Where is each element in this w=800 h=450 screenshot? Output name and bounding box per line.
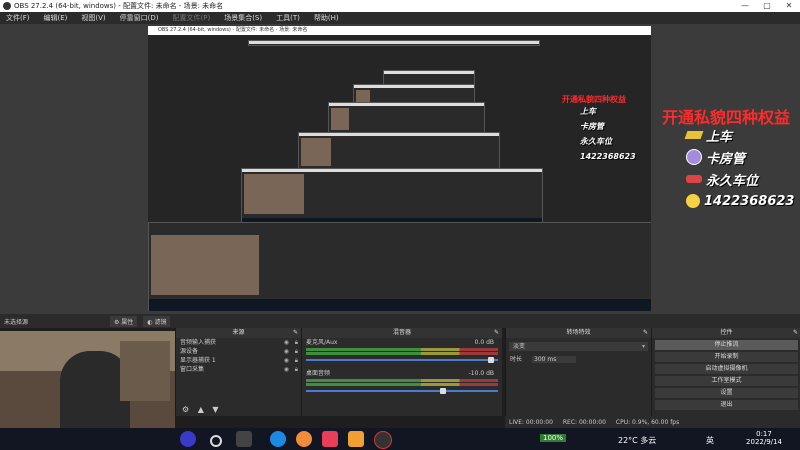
move-down-icon[interactable]: ▼: [212, 405, 218, 414]
mixer-channel-label: 麦克风/Aux 0.0 dB: [306, 339, 494, 346]
sources-header: 来源 ✎: [176, 328, 301, 338]
dock-menu-icon: ✎: [493, 329, 499, 336]
sources-toolbar: ⚙ ▲ ▼: [178, 405, 219, 414]
close-button[interactable]: ✕: [778, 0, 800, 12]
studio-mode-button[interactable]: 工作室模式: [655, 376, 798, 386]
overlay-item: 1422368623: [686, 190, 794, 212]
volume-meter: [306, 352, 498, 355]
volume-meter: [306, 379, 498, 382]
start-virtual-camera-button[interactable]: 启动虚拟摄像机: [655, 364, 798, 374]
menu-bar: 文件(F) 编辑(E) 视图(V) 停靠窗口(D) 配置文件(P) 场景集合(S…: [0, 12, 800, 24]
menu-tools[interactable]: 工具(T): [276, 13, 300, 23]
maximize-button[interactable]: ▢: [756, 0, 778, 12]
menu-docks[interactable]: 停靠窗口(D): [120, 13, 159, 23]
duration-row: 时长 300 ms: [506, 355, 651, 364]
controls-header: 控件 ✎: [652, 328, 800, 338]
start-recording-button[interactable]: 开始录制: [655, 352, 798, 362]
eye-icon: ◉: [283, 348, 289, 355]
sources-dock: 来源 ✎ 音频输入捕获 ◉ 🔒︎ 源设备 ◉ 🔒︎ 显示器捕获 1 ◉ 🔒︎ 窗口采集 ◉ 🔒︎ …: [175, 328, 301, 416]
source-item[interactable]: 源设备 ◉ 🔒︎: [176, 347, 301, 356]
car-icon: [686, 175, 702, 183]
duration-input[interactable]: 300 ms: [532, 356, 577, 363]
slider-knob[interactable]: [440, 388, 447, 394]
status-bar: LIVE: 00:00:00 REC: 00:00:00 CPU: 0.9%, …: [505, 416, 800, 428]
dock-menu-icon: ✎: [292, 329, 298, 336]
qq-icon: [686, 194, 700, 208]
menu-view[interactable]: 视图(V): [81, 13, 105, 23]
obs-logo-icon: [3, 2, 11, 10]
battery-indicator: 100%: [540, 434, 567, 442]
window-title: OBS 27.2.4 (64-bit, windows) - 配置文件: 未命名…: [14, 2, 224, 10]
stop-streaming-button[interactable]: 停止推流: [655, 340, 798, 350]
filters-button[interactable]: ◐ 滤镜: [143, 315, 171, 327]
no-source-selected-label: 未选择源: [4, 318, 29, 326]
nested-screen: [248, 40, 540, 46]
edge-icon[interactable]: [270, 431, 286, 447]
lock-icon: 🔒︎: [294, 366, 298, 373]
cpu-status: CPU: 0.9%, 60.00 fps: [615, 418, 680, 426]
settings-button[interactable]: 设置: [655, 388, 798, 398]
eye-icon: ◉: [283, 366, 289, 373]
properties-button[interactable]: ⚙ 属性: [110, 315, 138, 327]
overlay-item: 上车: [684, 124, 794, 146]
nested-screen: [148, 222, 651, 311]
menu-file[interactable]: 文件(F): [6, 13, 30, 23]
menu-scene-collection[interactable]: 场景集合(S): [224, 13, 262, 23]
mixer-dock: 混音器 ✎ 麦克风/Aux 0.0 dB 桌面音频 -10.0 dB: [301, 328, 502, 416]
controls-dock: 控件 ✎ 停止推流 开始录制 启动虚拟摄像机 工作室模式 设置 退出: [651, 328, 800, 416]
overlay-list-small: 上车 卡房管 永久车位 1422368623: [580, 107, 636, 161]
lock-icon: 🔒︎: [294, 339, 298, 346]
exit-button[interactable]: 退出: [655, 400, 798, 410]
nested-preview: OBS 27.2.4 (64-bit, windows) - 配置文件: 未命名…: [148, 26, 651, 311]
menu-edit[interactable]: 编辑(E): [44, 13, 68, 23]
nested-screen: [241, 168, 543, 224]
app-icon[interactable]: [322, 431, 338, 447]
settings-icon[interactable]: ⚙: [182, 405, 189, 414]
source-item[interactable]: 显示器捕获 1 ◉ 🔒︎: [176, 356, 301, 365]
volume-meter: [306, 348, 498, 351]
lock-icon: 🔒︎: [294, 357, 298, 364]
task-view-icon[interactable]: [236, 431, 252, 447]
app-icon[interactable]: [348, 431, 364, 447]
overlay-item: 永久车位: [686, 168, 794, 190]
clock[interactable]: 0:17 2022/9/14: [744, 430, 784, 446]
chevron-down-icon: ▾: [641, 343, 645, 350]
move-up-icon[interactable]: ▲: [198, 405, 204, 414]
taskbar: 100% 22°C 多云 英 0:17 2022/9/14: [0, 428, 800, 450]
source-toolbar: 未选择源 ⚙ 属性 ◐ 滤镜: [0, 314, 800, 328]
dock-menu-icon: ✎: [792, 329, 798, 336]
obs-icon[interactable]: [374, 431, 392, 449]
source-item[interactable]: 窗口采集 ◉ 🔒︎: [176, 365, 301, 374]
live-status: LIVE: 00:00:00: [509, 418, 553, 426]
menu-profile[interactable]: 配置文件(P): [173, 13, 211, 23]
transitions-dock: 转场特效 ✎ 淡变 ▾ 时长 300 ms: [505, 328, 651, 416]
overlay-item: 卡房管: [686, 146, 794, 168]
mixer-header: 混音器 ✎: [302, 328, 502, 338]
gold-bar-icon: [684, 131, 704, 139]
nested-title: OBS 27.2.4 (64-bit, windows) - 配置文件: 未命名…: [148, 26, 651, 35]
transition-select[interactable]: 淡变 ▾: [509, 342, 648, 351]
dock-menu-icon: ✎: [642, 329, 648, 336]
rec-status: REC: 00:00:00: [562, 418, 606, 426]
mixer-channel-label: 桌面音频 -10.0 dB: [306, 370, 494, 377]
overlay-list: 上车 卡房管 永久车位 1422368623: [684, 124, 794, 212]
weather[interactable]: 22°C 多云: [618, 435, 656, 446]
volume-slider[interactable]: [306, 388, 498, 394]
crown-badge-icon: [686, 149, 702, 165]
title-bar: OBS 27.2.4 (64-bit, windows) - 配置文件: 未命名…: [0, 0, 800, 12]
ime-indicator[interactable]: 英: [706, 435, 714, 446]
volume-slider[interactable]: [306, 357, 498, 363]
minimize-button[interactable]: —: [734, 0, 756, 12]
slider-knob[interactable]: [488, 357, 495, 363]
app-icon[interactable]: [296, 431, 312, 447]
eye-icon: ◉: [283, 339, 289, 346]
volume-meter: [306, 383, 498, 386]
search-icon[interactable]: [210, 435, 222, 447]
start-icon[interactable]: [180, 431, 196, 447]
transitions-header: 转场特效 ✎: [506, 328, 651, 338]
source-item[interactable]: 音频输入捕获 ◉ 🔒︎: [176, 338, 301, 347]
lock-icon: 🔒︎: [294, 348, 298, 355]
eye-icon: ◉: [283, 357, 289, 364]
menu-help[interactable]: 帮助(H): [314, 13, 339, 23]
